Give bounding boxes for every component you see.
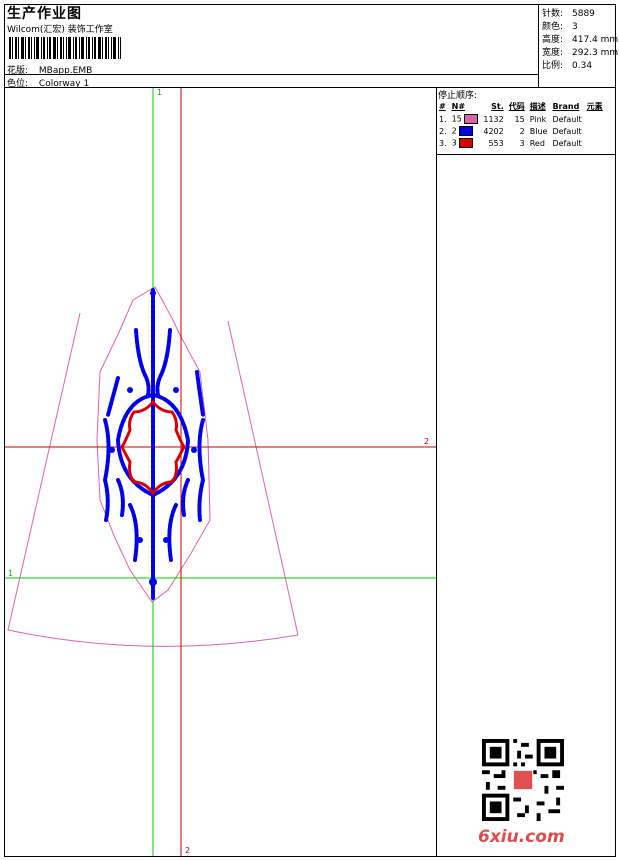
needle-number: 15 [451, 114, 462, 124]
table-header-row: # N# St. 代码 描述 Brand 元素 [437, 101, 606, 113]
stat-width: 宽度: 292.3 mm [542, 45, 618, 58]
stat-value: 0.34 [572, 61, 593, 71]
col-header-code: 代码 [508, 102, 525, 111]
design-field: 花版: MBapp.EMB [7, 63, 92, 76]
col-header-brand: Brand [552, 102, 580, 111]
row-code: 3 [519, 138, 525, 148]
col-header-index: # [439, 102, 446, 111]
col-header-needle: N# [451, 102, 466, 111]
sequence-divider [436, 154, 616, 155]
stat-label: 针数: [542, 9, 564, 19]
row-brand: Default [552, 114, 582, 124]
row-description: Pink [529, 114, 547, 124]
row-index: 1. [439, 114, 447, 124]
stat-value: 292.3 mm [572, 48, 619, 58]
row-code: 2 [519, 126, 525, 136]
barcode [9, 37, 121, 59]
stat-value: 417.4 mm [572, 35, 619, 45]
qr-code [482, 739, 564, 821]
row-index: 2. [439, 126, 447, 136]
stat-stitches: 针数: 5889 [542, 6, 595, 19]
design-label: 花版: [7, 66, 29, 76]
design-value: MBapp.EMB [38, 66, 93, 76]
blue-embroidery [102, 288, 206, 602]
row-needle: 3 [450, 137, 482, 149]
col-header-stitches: St. [491, 102, 504, 111]
color-swatch [459, 126, 474, 136]
row-index: 3. [439, 138, 447, 148]
design-canvas [5, 88, 436, 856]
row-needle: 15 [450, 113, 482, 125]
green-vertical-axis-label: 1 [157, 88, 163, 97]
row-needle: 2 [450, 125, 482, 137]
row-description: Red [529, 138, 545, 148]
color-swatch [464, 114, 479, 124]
green-horizontal-axis-label: 1 [8, 569, 14, 578]
stat-label: 颜色: [542, 22, 564, 32]
row-brand: Default [552, 126, 582, 136]
row-code: 15 [514, 114, 525, 124]
page-title: 生产作业图 [7, 6, 82, 22]
stat-colors: 颜色: 3 [542, 19, 578, 32]
stop-sequence-title: 停止顺序: [438, 91, 478, 101]
row-element [585, 137, 606, 149]
stop-sequence-table: # N# St. 代码 描述 Brand 元素 1. 15 1132 15 Pi… [437, 101, 606, 149]
col-header-description: 描述 [529, 102, 546, 111]
row-stitches: 1132 [483, 114, 504, 124]
row-brand: Default [552, 138, 582, 148]
panel-divider [436, 87, 437, 857]
company-name: Wilcom(汇宏) 装饰工作室 [7, 25, 113, 35]
red-horizontal-axis-label: 2 [424, 437, 430, 446]
table-row: 1. 15 1132 15 Pink Default [437, 113, 606, 125]
stat-label: 宽度: [542, 48, 564, 58]
stat-height: 高度: 417.4 mm [542, 32, 618, 45]
row-element [585, 125, 606, 137]
needle-number: 3 [451, 138, 457, 148]
stat-label: 比例: [542, 61, 564, 71]
stat-label: 高度: [542, 35, 564, 45]
row-element [585, 113, 606, 125]
table-row: 2. 2 4202 2 Blue Default [437, 125, 606, 137]
stats-divider [538, 4, 539, 87]
col-header-element: 元素 [586, 102, 603, 111]
stat-value: 3 [572, 22, 578, 32]
color-swatch [459, 138, 474, 148]
red-vertical-axis-label: 2 [185, 846, 191, 855]
needle-number: 2 [451, 126, 457, 136]
row-stitches: 4202 [483, 126, 504, 136]
row-description: Blue [529, 126, 548, 136]
row-stitches: 553 [488, 138, 504, 148]
stat-scale: 比例: 0.34 [542, 58, 592, 71]
stat-value: 5889 [572, 9, 595, 19]
table-row: 3. 3 553 3 Red Default [437, 137, 606, 149]
watermark-logo: 6xiu.com [478, 827, 565, 847]
